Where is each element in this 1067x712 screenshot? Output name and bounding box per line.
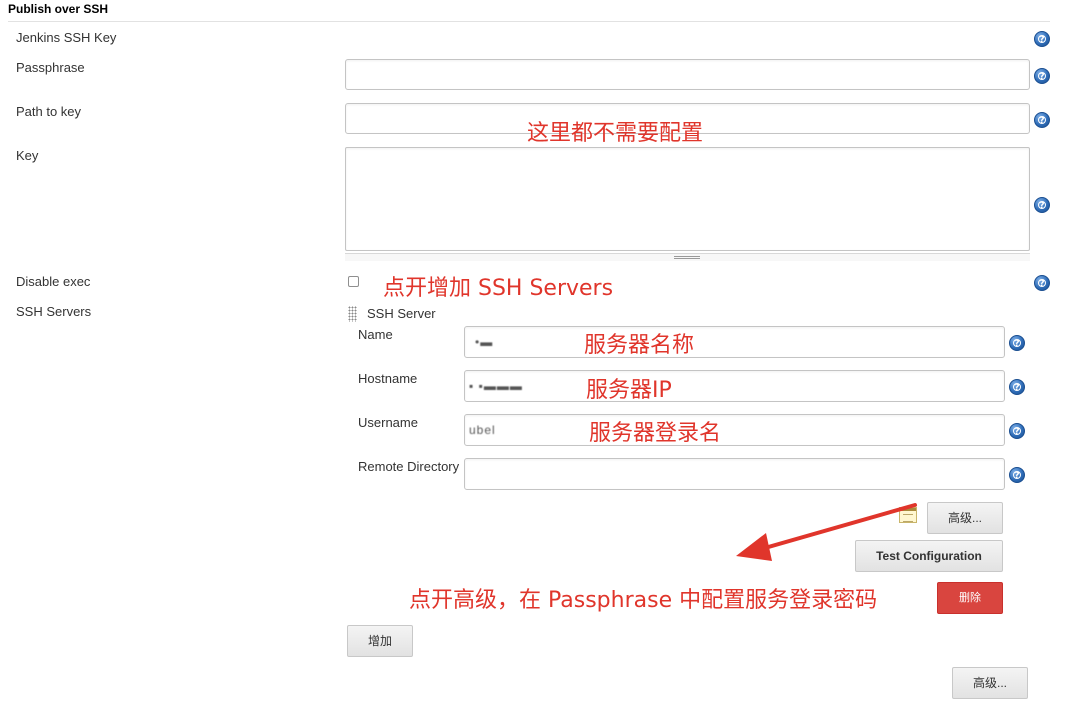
help-icon-jenkins-ssh-key[interactable]: ? [1034,31,1050,47]
ssh-server-heading: SSH Server [367,306,436,321]
annotation-arrow [736,503,917,561]
annotation-no-config-needed: 这里都不需要配置 [527,121,704,146]
help-icon-hostname[interactable]: ? [1009,379,1025,395]
remote-directory-label: Remote Directory [358,459,460,474]
help-icon-remote-directory[interactable]: ? [1009,467,1025,483]
remote-directory-input[interactable] [464,458,1005,490]
annotation-arrow-shaft [756,503,917,552]
passphrase-input[interactable] [345,59,1030,90]
key-label: Key [16,148,39,163]
section-divider [8,21,1050,22]
annotation-open-advanced: 点开高级，在 Passphrase 中配置服务登录密码 [409,588,878,613]
add-button[interactable]: 增加 [347,625,413,657]
jenkins-ssh-key-label: Jenkins SSH Key [16,30,117,45]
hostname-input[interactable]: ▪ ▪▬▬▬ [464,370,1005,402]
hostname-label: Hostname [358,371,418,386]
help-icon-path-to-key[interactable]: ? [1034,112,1050,128]
hostname-value: ▪ ▪▬▬▬ [469,379,523,393]
server-name-value: •▬ [475,335,494,349]
annotation-arrow-head [736,533,772,561]
passphrase-label: Passphrase [16,60,85,75]
annotation-open-add-servers: 点开增加 SSH Servers [383,276,614,301]
disable-exec-label: Disable exec [16,274,91,289]
ssh-servers-label: SSH Servers [16,304,92,319]
username-value: ubel [469,423,496,437]
drag-handle-icon[interactable] [348,306,357,322]
help-icon-key[interactable]: ? [1034,197,1050,213]
key-textarea[interactable] [345,147,1030,251]
annotation-server-name: 服务器名称 [584,333,695,358]
path-to-key-label: Path to key [16,104,82,119]
annotation-server-login-name: 服务器登录名 [589,421,722,446]
help-icon-server-name[interactable]: ? [1009,335,1025,351]
help-icon-disable-exec[interactable]: ? [1034,275,1050,291]
advanced-button[interactable]: 高级... [927,502,1003,534]
username-input[interactable]: ubel [464,414,1005,446]
disable-exec-checkbox[interactable] [348,276,359,287]
server-name-label: Name [358,327,393,342]
delete-button[interactable]: 删除 [937,582,1003,614]
help-icon-passphrase[interactable]: ? [1034,68,1050,84]
key-textarea-resize-grip[interactable] [674,256,700,259]
help-icon-username[interactable]: ? [1009,423,1025,439]
server-name-input[interactable]: •▬ [464,326,1005,358]
annotation-server-ip: 服务器IP [586,378,672,403]
section-title: Publish over SSH [8,2,109,16]
advanced-bottom-button[interactable]: 高级... [952,667,1028,699]
username-label: Username [358,415,418,430]
